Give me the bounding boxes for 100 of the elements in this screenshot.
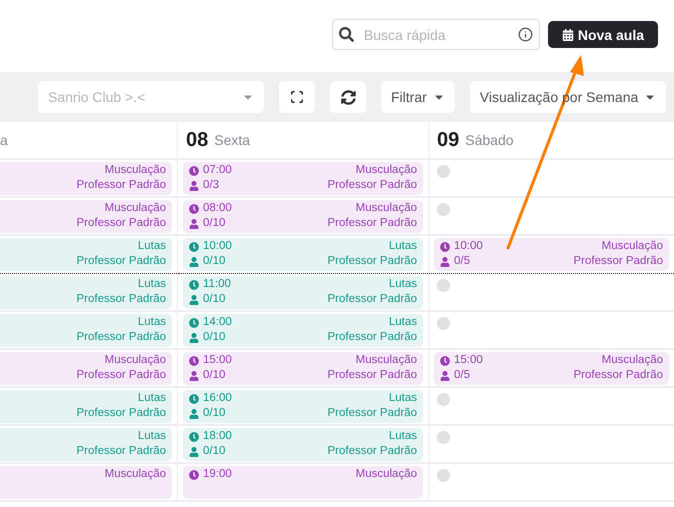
class-teacher: Professor Padrão — [76, 444, 166, 459]
class-teacher: Professor Padrão — [328, 444, 417, 459]
class-category: Lutas — [138, 391, 166, 406]
class-category: Musculação — [356, 201, 417, 216]
class-capacity: 0/5 — [454, 368, 470, 383]
class-card[interactable]: 18:00 0/10 Lutas Professor Padrão — [183, 428, 423, 461]
clock-icon — [189, 432, 199, 442]
class-time: 15:00 — [454, 353, 483, 368]
clock-icon — [189, 394, 199, 404]
class-card[interactable]: Lutas Professor Padrão — [0, 428, 172, 461]
search-field[interactable]: Busca rápida — [332, 19, 540, 50]
empty-slot-dot[interactable] — [437, 469, 450, 482]
class-card[interactable]: 11:00 0/10 Lutas Professor Padrão — [183, 276, 423, 309]
empty-slot-dot[interactable] — [437, 317, 450, 330]
class-category: Lutas — [388, 315, 417, 330]
class-card[interactable]: Lutas Professor Padrão — [0, 276, 172, 309]
person-icon — [189, 332, 199, 342]
info-icon[interactable] — [518, 27, 533, 42]
class-teacher: Professor Padrão — [328, 330, 417, 345]
class-capacity: 0/10 — [203, 292, 226, 307]
person-icon — [189, 256, 199, 266]
empty-slot-dot[interactable] — [437, 203, 450, 216]
class-teacher: Professor Padrão — [76, 406, 166, 421]
empty-slot-dot[interactable] — [437, 279, 450, 292]
day-number: 09 — [437, 128, 460, 152]
class-teacher: Professor Padrão — [328, 254, 417, 269]
class-card[interactable]: 07:00 0/3 Musculação Professor Padrão — [183, 162, 423, 195]
class-capacity: 0/10 — [203, 254, 226, 269]
class-card[interactable]: 16:00 0/10 Lutas Professor Padrão — [183, 390, 423, 423]
person-icon — [440, 256, 450, 266]
person-icon — [189, 294, 199, 304]
refresh-icon — [340, 90, 356, 104]
class-category: Musculação — [356, 467, 417, 482]
class-teacher: Professor Padrão — [328, 292, 417, 307]
class-capacity: 0/10 — [203, 330, 226, 345]
class-category: Lutas — [138, 239, 166, 254]
class-category: Musculação — [104, 163, 166, 178]
clock-icon — [189, 280, 199, 290]
class-time: 14:00 — [203, 315, 232, 330]
class-card[interactable]: Musculação — [0, 466, 172, 499]
class-card[interactable]: Lutas Professor Padrão — [0, 314, 172, 347]
clock-icon — [440, 242, 450, 252]
empty-slot-dot[interactable] — [437, 393, 450, 406]
class-category: Musculação — [602, 239, 663, 254]
class-category: Lutas — [388, 239, 417, 254]
class-card[interactable]: 15:00 0/5 Musculação Professor Padrão — [434, 352, 669, 385]
person-icon — [189, 180, 199, 190]
person-icon — [189, 446, 199, 456]
class-teacher: Professor Padrão — [574, 254, 663, 269]
class-category: Musculação — [356, 353, 417, 368]
class-card[interactable]: 08:00 0/10 Musculação Professor Padrão — [183, 200, 423, 233]
class-teacher: Professor Padrão — [76, 292, 166, 307]
filter-button[interactable]: Filtrar — [381, 81, 455, 113]
class-card[interactable]: Musculação Professor Padrão — [0, 162, 172, 195]
class-category: Lutas — [388, 391, 417, 406]
person-icon — [189, 218, 199, 228]
class-teacher: Professor Padrão — [328, 406, 417, 421]
person-icon — [189, 370, 199, 380]
class-time: 08:00 — [203, 201, 232, 216]
class-card[interactable]: Lutas Professor Padrão — [0, 390, 172, 423]
class-capacity: 0/10 — [203, 444, 226, 459]
class-card[interactable]: Lutas Professor Padrão — [0, 238, 172, 271]
day-number: 08 — [186, 128, 208, 152]
class-time: 10:00 — [203, 239, 232, 254]
day-name: Sábado — [465, 132, 514, 148]
day-name: a — [0, 132, 8, 148]
class-capacity: 0/10 — [203, 216, 226, 231]
new-class-button[interactable]: Nova aula — [548, 21, 658, 48]
day-name: Sexta — [214, 132, 250, 148]
class-time: 11:00 — [203, 277, 231, 292]
class-category: Lutas — [138, 315, 166, 330]
class-time: 18:00 — [203, 429, 232, 444]
fullscreen-icon — [290, 90, 304, 104]
class-time: 16:00 — [203, 391, 232, 406]
class-teacher: Professor Padrão — [574, 368, 663, 383]
class-capacity: 0/10 — [203, 406, 226, 421]
class-teacher: Professor Padrão — [76, 216, 166, 231]
empty-slot-dot[interactable] — [437, 431, 450, 444]
class-teacher: Professor Padrão — [328, 178, 417, 193]
fullscreen-button[interactable] — [279, 81, 315, 113]
class-category: Musculação — [104, 467, 166, 482]
class-teacher: Professor Padrão — [76, 330, 166, 345]
calendar-icon — [562, 28, 574, 40]
class-card[interactable]: 14:00 0/10 Lutas Professor Padrão — [183, 314, 423, 347]
empty-slot-dot[interactable] — [437, 165, 450, 178]
class-capacity: 0/5 — [454, 254, 470, 269]
class-card[interactable]: 10:00 0/10 Lutas Professor Padrão — [183, 238, 423, 271]
class-category: Musculação — [356, 163, 417, 178]
class-card[interactable]: 19:00 Musculação — [183, 466, 423, 499]
class-teacher: Professor Padrão — [328, 368, 417, 383]
clock-icon — [189, 356, 199, 366]
class-card[interactable]: 15:00 0/10 Musculação Professor Padrão — [183, 352, 423, 385]
class-card[interactable]: Musculação Professor Padrão — [0, 200, 172, 233]
class-teacher: Professor Padrão — [76, 368, 166, 383]
refresh-button[interactable] — [330, 81, 366, 113]
class-card[interactable]: Musculação Professor Padrão — [0, 352, 172, 385]
clock-icon — [189, 166, 199, 176]
search-icon — [338, 27, 354, 42]
class-time: 19:00 — [203, 467, 232, 482]
class-card[interactable]: 10:00 0/5 Musculação Professor Padrão — [434, 238, 669, 271]
